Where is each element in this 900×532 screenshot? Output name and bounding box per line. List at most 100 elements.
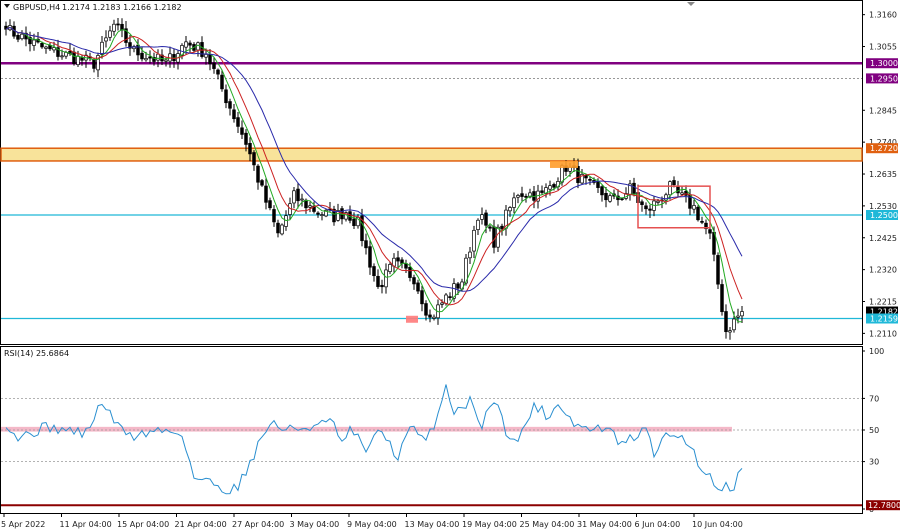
candle-body-96 [388,264,392,272]
candle-body-93 [376,275,380,287]
candle-body-176 [708,229,712,234]
candle-body-74 [300,198,304,201]
candle-body-139 [560,165,564,183]
price-tag-0: 1.3000 [870,59,898,68]
candle-body-27 [112,23,116,32]
candle-body-61 [248,143,252,155]
price-tags-layer: 1.30001.29501.27201.25001.21821.215912.7… [866,58,900,511]
candle-body-66 [268,200,272,209]
rsi-header-label: RSI(14) 25.6864 [4,349,69,358]
candle-body-57 [232,109,236,120]
candle-body-52 [212,62,216,69]
candle-body-122 [492,226,496,248]
axis-layer: 1.31601.30551.28451.27401.26351.25301.24… [1,11,897,529]
candle-body-159 [640,201,644,205]
trading-chart[interactable]: 1.31601.30551.28451.27401.26351.25301.24… [0,0,900,532]
rsi-band [1,426,732,432]
candle-body-56 [228,101,232,109]
candle-body-172 [692,205,696,210]
x-tick-label-12: 10 Jun 04:00 [692,520,743,529]
candle-body-46 [188,42,192,46]
candle-body-26 [108,30,112,38]
candle-body-179 [720,284,724,313]
ohlc-values: 1.2174 1.2183 1.2166 1.2182 [62,3,182,12]
price-tick-label-0: 1.3160 [869,11,897,20]
candle-body-118 [476,219,480,230]
candle-body-98 [396,257,400,262]
candle-body-183 [736,315,740,318]
candle-body-116 [468,251,472,259]
price-tag-5: 1.2159 [870,315,898,324]
candle-body-127 [512,197,516,208]
dropdown-triangle-icon[interactable] [4,4,10,8]
candle-body-137 [552,184,556,188]
candle-body-3 [16,35,20,40]
candle-body-76 [308,205,312,208]
resistance-zone [0,147,863,162]
x-tick-label-3: 21 Apr 04:00 [175,520,227,529]
candles-layer [4,17,744,340]
price-tag-2: 1.2720 [870,144,898,153]
candle-body-62 [252,152,256,166]
candle-body-78 [316,212,320,215]
scroll-shift-icon[interactable] [687,2,695,6]
candle-body-178 [716,255,720,285]
candle-body-103 [416,282,420,292]
candle-body-87 [352,218,356,226]
price-tick-label-9: 1.2110 [869,329,897,338]
candle-body-94 [380,284,384,288]
candle-body-104 [420,290,424,305]
rsi-layer [1,384,862,507]
candle-body-18 [76,55,80,66]
candle-body-91 [368,246,372,268]
candle-body-65 [264,185,268,203]
rsi-tick-label-0: 100 [869,347,884,356]
price-tick-label-6: 1.2425 [869,234,897,243]
symbol-header[interactable]: GBPUSD,H4 1.2174 1.2183 1.2166 1.2182 [4,3,182,12]
candle-body-64 [260,180,264,186]
candle-body-90 [364,240,368,249]
candle-body-17 [72,51,76,64]
candle-body-60 [244,132,248,145]
high-marker [550,160,578,168]
candle-body-11 [48,45,52,50]
x-tick-label-9: 25 May 04:00 [520,520,575,529]
candle-body-50 [204,54,208,58]
candle-body-72 [292,190,296,204]
candle-body-51 [208,53,212,65]
candle-body-143 [576,166,580,183]
candle-body-63 [256,165,260,183]
candle-body-102 [412,277,416,285]
price-tick-label-5: 1.2530 [869,202,897,211]
candle-body-154 [620,198,624,200]
candle-body-36 [148,56,152,59]
candle-body-105 [424,303,428,316]
candle-body-119 [480,214,484,220]
candle-body-73 [296,188,300,202]
candle-body-10 [44,46,48,49]
candle-body-184 [740,311,744,317]
candle-body-109 [440,302,444,305]
candle-body-166 [668,181,672,196]
price-tag-3: 1.2500 [870,211,898,220]
candle-body-4 [20,33,24,40]
candle-body-35 [144,58,148,61]
rsi-line [5,384,743,495]
ma-mid-line [5,26,743,306]
price-tag-1: 1.2950 [870,74,898,83]
candle-body-7 [32,39,36,46]
rsi-tick-label-3: 30 [869,458,879,467]
candle-body-146 [588,178,592,181]
symbol-label: GBPUSD,H4 [13,3,60,12]
candle-body-134 [540,190,544,193]
candle-body-92 [372,266,376,277]
rsi-tick-label-1: 70 [869,394,879,403]
x-tick-label-7: 13 May 04:00 [405,520,460,529]
candle-body-79 [320,214,324,216]
candle-body-106 [428,314,432,318]
x-tick-label-1: 11 Apr 04:00 [60,520,112,529]
candle-body-69 [280,224,284,235]
candle-body-150 [604,192,608,201]
price-tick-label-4: 1.2635 [869,170,897,179]
candle-body-173 [696,206,700,221]
